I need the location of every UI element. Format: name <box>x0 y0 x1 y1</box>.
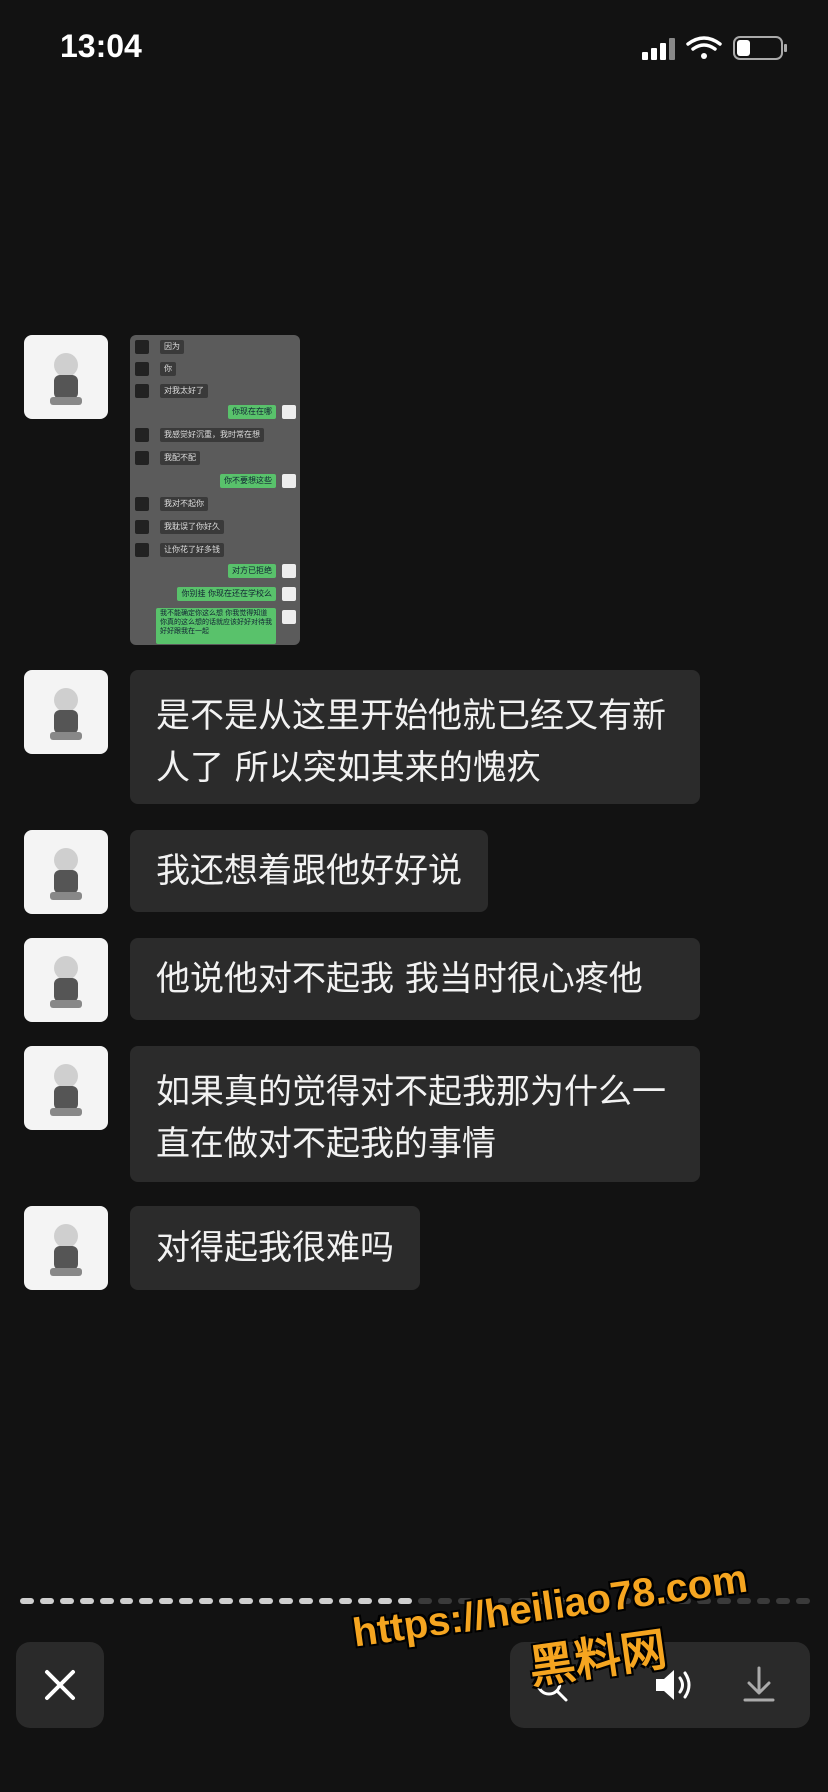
progress-segment <box>79 1598 94 1604</box>
thumb-avatar <box>135 520 149 534</box>
thumb-avatar <box>135 362 149 376</box>
thumb-line: 你 <box>160 362 176 376</box>
thumb-avatar <box>135 384 149 398</box>
thumb-line: 让你花了好多钱 <box>160 543 224 557</box>
progress-segment <box>358 1598 373 1604</box>
avatar-image <box>50 688 82 740</box>
avatar-image <box>50 956 82 1008</box>
message-bubble[interactable]: 是不是从这里开始他就已经又有新人了 所以突如其来的愧疚 <box>130 670 700 804</box>
thumb-line: 你别挂 你现在还在学校么 <box>177 587 276 601</box>
thumb-line: 你不要想这些 <box>220 474 276 488</box>
progress-segment <box>378 1598 393 1604</box>
thumb-line: 我不能确定你这么想 你我觉得知道你真的这么想的话就应该好好对待我好好跟我在一起 <box>156 608 276 644</box>
close-icon <box>45 1670 75 1700</box>
thumb-avatar <box>135 497 149 511</box>
thumb-line: 我耽误了你好久 <box>160 520 224 534</box>
cellular-signal-icon <box>642 38 675 60</box>
avatar-image <box>50 1064 82 1116</box>
progress-segment <box>796 1598 811 1604</box>
avatar[interactable] <box>24 670 108 754</box>
progress-segment <box>298 1598 313 1604</box>
close-button[interactable] <box>16 1642 104 1728</box>
thumb-avatar <box>135 428 149 442</box>
progress-segment <box>258 1598 273 1604</box>
status-time: 13:04 <box>60 28 142 64</box>
progress-segment <box>139 1598 154 1604</box>
progress-segment <box>39 1598 54 1604</box>
message-image[interactable]: 因为 你 对我太好了 你现在在哪 我感觉好沉重，我时常在想 我配不配 你不要想这… <box>130 335 300 645</box>
progress-segment <box>59 1598 74 1604</box>
avatar[interactable] <box>24 1046 108 1130</box>
progress-segment <box>278 1598 293 1604</box>
avatar-image <box>50 1224 82 1276</box>
thumb-line: 因为 <box>160 340 184 354</box>
progress-segment <box>338 1598 353 1604</box>
progress-segment <box>20 1598 34 1604</box>
progress-segment <box>199 1598 214 1604</box>
thumb-avatar <box>135 543 149 557</box>
thumb-avatar <box>282 405 296 419</box>
progress-segment <box>159 1598 174 1604</box>
avatar[interactable] <box>24 1206 108 1290</box>
thumb-avatar <box>282 564 296 578</box>
avatar[interactable] <box>24 830 108 914</box>
avatar-image <box>50 848 82 900</box>
thumb-avatar <box>282 474 296 488</box>
progress-segment <box>238 1598 253 1604</box>
progress-segment <box>318 1598 333 1604</box>
avatar-image <box>50 353 82 405</box>
progress-segment <box>119 1598 134 1604</box>
thumb-line: 对方已拒绝 <box>228 564 276 578</box>
thumb-avatar <box>282 610 296 624</box>
progress-segment <box>219 1598 233 1604</box>
thumb-line: 你现在在哪 <box>228 405 276 419</box>
thumb-line: 我配不配 <box>160 451 200 465</box>
thumb-line: 对我太好了 <box>160 384 208 398</box>
message-bubble[interactable]: 他说他对不起我 我当时很心疼他 <box>130 938 700 1020</box>
thumb-avatar <box>135 340 149 354</box>
wifi-icon <box>686 36 722 59</box>
battery-icon <box>733 36 787 60</box>
thumb-avatar <box>135 451 149 465</box>
thumb-avatar <box>282 587 296 601</box>
thumb-line: 我感觉好沉重，我时常在想 <box>160 428 264 442</box>
status-icons <box>642 36 787 60</box>
thumb-line: 我对不起你 <box>160 497 208 511</box>
progress-segment <box>99 1598 114 1604</box>
avatar[interactable] <box>24 335 108 419</box>
status-bar: 13:04 <box>0 0 828 100</box>
message-bubble[interactable]: 我还想着跟他好好说 <box>130 830 488 912</box>
message-bubble[interactable]: 对得起我很难吗 <box>130 1206 420 1290</box>
avatar[interactable] <box>24 938 108 1022</box>
progress-segment <box>179 1598 194 1604</box>
message-bubble[interactable]: 如果真的觉得对不起我那为什么一直在做对不起我的事情 <box>130 1046 700 1182</box>
